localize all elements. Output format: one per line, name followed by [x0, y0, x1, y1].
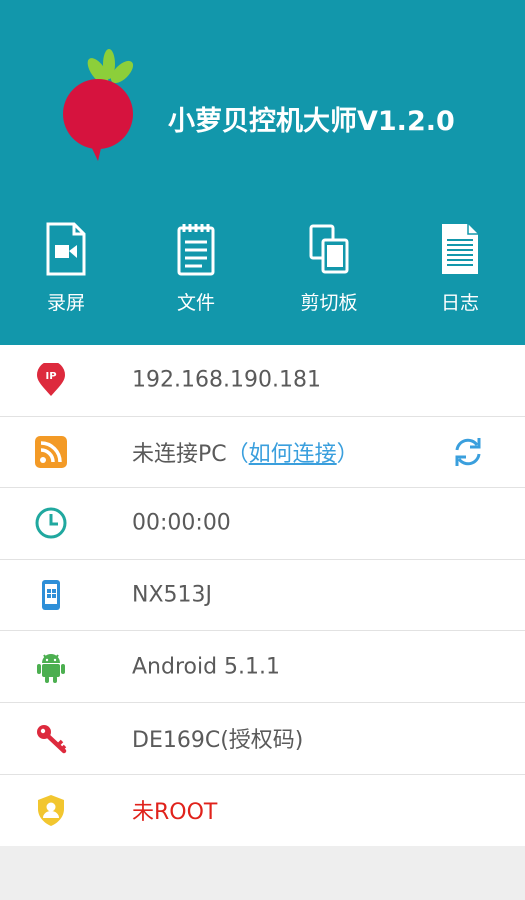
root-status: 未ROOT	[132, 800, 218, 826]
file-icon	[177, 224, 215, 276]
clock-icon	[33, 505, 69, 541]
log-icon	[442, 224, 478, 274]
key-icon	[33, 720, 69, 756]
connection-row: 未连接PC（如何连接）	[0, 416, 525, 489]
connection-status: 未连接PC（如何连接）	[132, 441, 359, 467]
log-button[interactable]: 日志	[410, 222, 510, 322]
device-model: NX513J	[132, 582, 213, 608]
svg-text:IP: IP	[45, 371, 56, 382]
file-button[interactable]: 文件	[146, 222, 246, 322]
device-info-list: IP 192.168.190.181 未连接PC（如何连接） 00:00:00 …	[0, 345, 525, 847]
android-version: Android 5.1.1	[132, 654, 281, 680]
timer-value: 00:00:00	[132, 510, 231, 536]
license-code: DE169C(授权码)	[132, 728, 304, 754]
toolbar: 录屏 文件 剪切板 日志	[0, 222, 525, 322]
screen-record-button[interactable]: 录屏	[16, 222, 116, 322]
tool-label-file: 文件	[176, 292, 215, 314]
ip-pin-icon: IP	[33, 362, 69, 398]
tool-label-log: 日志	[440, 292, 479, 314]
rss-icon	[33, 434, 69, 470]
shield-user-icon	[33, 792, 69, 828]
ip-address: 192.168.190.181	[132, 367, 321, 393]
refresh-icon[interactable]	[451, 435, 485, 469]
how-to-connect-link[interactable]: 如何连接	[249, 442, 337, 467]
radish-logo-icon	[63, 49, 134, 161]
root-row: 未ROOT	[0, 774, 525, 847]
model-row: NX513J	[0, 559, 525, 632]
clipboard-icon	[309, 224, 349, 274]
phone-icon	[33, 577, 69, 613]
app-title: 小萝贝控机大师V1.2.0	[168, 106, 455, 137]
app-header: 小萝贝控机大师V1.2.0 录屏 文件 剪切板 日志	[0, 0, 525, 345]
tool-label-record: 录屏	[46, 292, 85, 314]
ip-row: IP 192.168.190.181	[0, 345, 525, 417]
tool-label-clipboard: 剪切板	[300, 292, 358, 314]
clipboard-button[interactable]: 剪切板	[279, 222, 379, 322]
timer-row: 00:00:00	[0, 488, 525, 560]
screen-record-icon	[46, 222, 86, 276]
license-row: DE169C(授权码)	[0, 702, 525, 775]
android-icon	[33, 649, 69, 685]
android-row: Android 5.1.1	[0, 631, 525, 703]
